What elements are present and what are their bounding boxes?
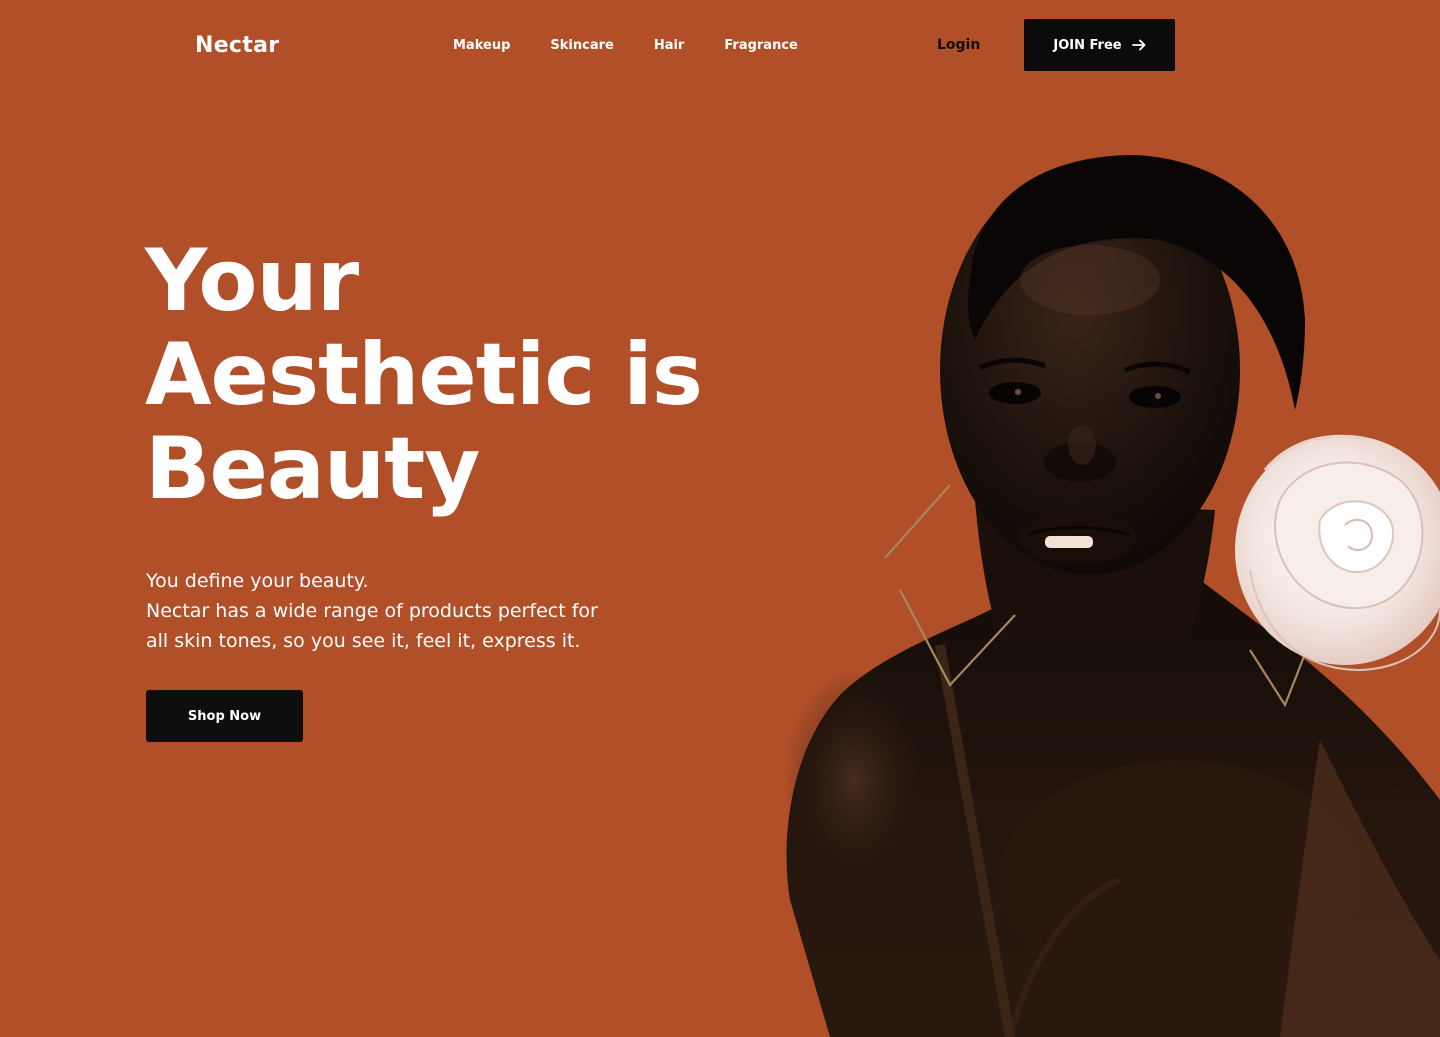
brand-logo[interactable]: Nectar	[195, 31, 279, 61]
hero-headline: Your Aesthetic is Beauty	[145, 234, 785, 516]
hero-headline-line-3: Beauty	[145, 419, 480, 519]
nav-item-makeup[interactable]: Makeup	[453, 36, 510, 56]
nav-item-hair[interactable]: Hair	[654, 36, 685, 56]
arrow-right-icon	[1131, 39, 1146, 51]
nav-item-fragrance[interactable]: Fragrance	[724, 36, 798, 56]
hero-subcopy-line-3: all skin tones, so you see it, feel it, …	[146, 630, 581, 652]
shop-now-button[interactable]: Shop Now	[146, 690, 303, 742]
join-free-label: JOIN Free	[1053, 37, 1122, 53]
hero-headline-line-2: Aesthetic is	[145, 325, 703, 425]
hero-subcopy-line-1: You define your beauty.	[146, 570, 369, 592]
join-free-button[interactable]: JOIN Free	[1024, 19, 1175, 71]
nav-item-skincare[interactable]: Skincare	[550, 36, 613, 56]
main-nav: Makeup Skincare Hair Fragrance	[453, 36, 798, 56]
login-link[interactable]: Login	[937, 35, 980, 55]
hero-subcopy-line-2: Nectar has a wide range of products perf…	[146, 600, 598, 622]
hero-portrait-image	[760, 140, 1440, 1037]
hero-subcopy: You define your beauty. Nectar has a wid…	[146, 566, 666, 656]
landing-page: Nectar Makeup Skincare Hair Fragrance Lo…	[0, 0, 1440, 1037]
hero-headline-line-1: Your	[145, 231, 359, 331]
